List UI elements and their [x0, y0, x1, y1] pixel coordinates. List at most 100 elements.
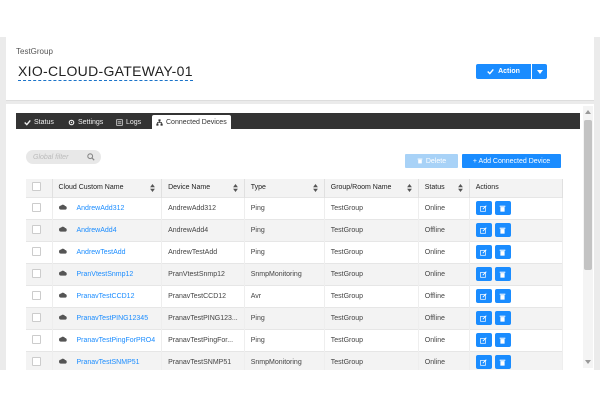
- delete-row-button[interactable]: [494, 333, 511, 347]
- row-checkbox[interactable]: [32, 246, 41, 256]
- group-label: TestGroup: [16, 47, 53, 56]
- cloud-icon: [58, 314, 67, 320]
- scroll-down-icon[interactable]: [585, 360, 591, 364]
- device-name-cell: PranavTestCCD12: [161, 284, 245, 307]
- cloud-name-cell: AndrewAdd4: [52, 218, 163, 241]
- sort-icon: [312, 184, 318, 192]
- status-cell: Online: [418, 240, 470, 263]
- select-cell: [26, 306, 53, 329]
- table-row: AndrewTestAdd AndrewTestAdd Ping TestGroup O…: [26, 240, 564, 263]
- table-row: AndrewAdd4 AndrewAdd4 Ping TestGroup Offline: [26, 218, 564, 241]
- delete-row-button[interactable]: [494, 201, 511, 215]
- cloud-name-link[interactable]: PranavTestPingForPRO4: [77, 337, 156, 344]
- add-connected-device-button[interactable]: + Add Connected Device: [462, 154, 561, 168]
- cloud-name-link[interactable]: AndrewTestAdd: [77, 249, 126, 256]
- status-cell: Online: [418, 262, 470, 285]
- edit-button[interactable]: [475, 333, 492, 347]
- top-bar: [0, 0, 600, 37]
- tab-status[interactable]: Status: [20, 115, 58, 129]
- edit-button[interactable]: [475, 311, 492, 325]
- row-checkbox[interactable]: [32, 224, 41, 234]
- cloud-name-cell: PranavTestPingForPRO4: [52, 328, 163, 351]
- cloud-name-link[interactable]: PranVtestSnmp12: [77, 271, 134, 278]
- status-cell: Offline: [418, 306, 470, 329]
- delete-row-button[interactable]: [494, 223, 511, 237]
- row-checkbox[interactable]: [32, 356, 41, 366]
- sitemap-icon: [156, 118, 163, 126]
- column-label: Group/Room Name: [330, 184, 392, 192]
- cloud-name-link[interactable]: AndrewAdd312: [77, 205, 125, 212]
- cloud-name-link[interactable]: AndrewAdd4: [77, 227, 117, 234]
- column-header-group[interactable]: Group/Room Name: [324, 179, 419, 197]
- tab-logs[interactable]: Logs: [112, 115, 145, 129]
- delete-row-button[interactable]: [494, 289, 511, 303]
- row-checkbox[interactable]: [32, 202, 41, 212]
- delete-row-button[interactable]: [494, 355, 511, 370]
- row-checkbox[interactable]: [32, 312, 41, 322]
- status-cell: Online: [418, 328, 470, 351]
- edit-button[interactable]: [475, 201, 492, 215]
- search-icon: [87, 153, 95, 161]
- column-header-type[interactable]: Type: [244, 179, 325, 197]
- chevron-down-icon: [536, 69, 543, 74]
- action-button[interactable]: Action: [476, 64, 531, 79]
- row-checkbox[interactable]: [32, 334, 41, 344]
- trash-icon: [499, 337, 506, 344]
- select-all-checkbox[interactable]: [32, 182, 41, 192]
- edit-button[interactable]: [475, 355, 492, 370]
- cloud-icon: [58, 292, 67, 298]
- table-row: PranVtestSnmp12 PranVtestSnmp12 SnmpMonito…: [26, 262, 564, 285]
- sort-icon: [232, 184, 238, 192]
- delete-row-button[interactable]: [494, 311, 511, 325]
- cloud-name-cell: AndrewTestAdd: [52, 240, 163, 263]
- device-name-cell: AndrewTestAdd: [161, 240, 245, 263]
- table-body: AndrewAdd312 AndrewAdd312 Ping TestGroup Onl…: [26, 196, 564, 373]
- delete-row-button[interactable]: [494, 267, 511, 281]
- scroll-up-icon[interactable]: [585, 110, 591, 114]
- cloud-icon: [58, 226, 67, 232]
- device-title[interactable]: XIO-CLOUD-GATEWAY-01: [18, 63, 193, 81]
- cloud-name-link[interactable]: PranavTestCCD12: [77, 293, 135, 300]
- column-header-cloud-name[interactable]: Cloud Custom Name: [52, 179, 163, 197]
- group-cell: TestGroup: [324, 240, 419, 263]
- type-cell: Ping: [244, 328, 325, 351]
- edit-button[interactable]: [475, 289, 492, 303]
- group-cell: TestGroup: [324, 218, 419, 241]
- edit-button[interactable]: [475, 223, 492, 237]
- select-cell: [26, 218, 53, 241]
- delete-row-button[interactable]: [494, 245, 511, 259]
- tab-label: Status: [34, 118, 54, 126]
- cloud-name-link[interactable]: PranavTestPING12345: [77, 315, 149, 322]
- row-checkbox[interactable]: [32, 290, 41, 300]
- global-filter-input[interactable]: Global filter: [26, 150, 101, 164]
- vertical-scrollbar[interactable]: [583, 106, 593, 368]
- action-dropdown-toggle[interactable]: [532, 64, 547, 79]
- tab-connected-devices[interactable]: Connected Devices: [152, 115, 231, 129]
- select-cell: [26, 240, 53, 263]
- column-label: Cloud Custom Name: [58, 184, 124, 192]
- status-cell: Online: [418, 196, 470, 219]
- scrollbar-thumb[interactable]: [584, 120, 592, 270]
- tab-settings[interactable]: Settings: [64, 115, 107, 129]
- edit-button[interactable]: [475, 245, 492, 259]
- row-checkbox[interactable]: [32, 268, 41, 278]
- tab-label: Connected Devices: [166, 118, 227, 126]
- cloud-icon: [58, 248, 67, 254]
- actions-cell: [469, 328, 564, 351]
- column-header-device-name[interactable]: Device Name: [161, 179, 245, 197]
- group-cell: TestGroup: [324, 284, 419, 307]
- edit-button[interactable]: [475, 267, 492, 281]
- column-label: Status: [424, 184, 445, 192]
- delete-button[interactable]: Delete: [405, 154, 458, 168]
- column-header-status[interactable]: Status: [418, 179, 470, 197]
- column-label: Actions: [475, 184, 499, 192]
- tab-bar: Status Settings Logs Connected Devices: [16, 113, 580, 129]
- trash-icon: [499, 249, 506, 256]
- edit-icon: [480, 336, 487, 344]
- type-cell: Ping: [244, 240, 325, 263]
- actions-cell: [469, 262, 564, 285]
- actions-cell: [469, 218, 564, 241]
- select-all-cell: [26, 179, 53, 197]
- cloud-name-link[interactable]: PranavTestSNMP51: [77, 359, 140, 366]
- actions-cell: [469, 306, 564, 329]
